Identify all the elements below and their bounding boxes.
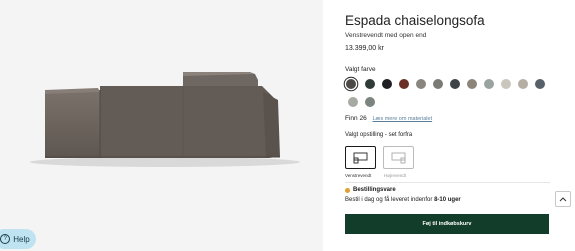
help-label: Help xyxy=(13,234,30,244)
question-circle-icon: ? xyxy=(0,234,11,244)
material-link[interactable]: Læs mere om materialet xyxy=(373,116,433,122)
color-swatch[interactable] xyxy=(399,79,409,89)
chevron-up-icon xyxy=(559,197,567,202)
fabric-info: Finn 26 Læs mere om materialet xyxy=(345,115,432,122)
product-image[interactable] xyxy=(0,0,323,251)
fabric-name: Finn 26 xyxy=(345,115,367,122)
setup-option-left[interactable] xyxy=(345,146,376,169)
add-to-cart-button[interactable]: Føj til indkøbskurv xyxy=(345,214,549,234)
product-info: Espada chaiselongsofa Venstrevendt med o… xyxy=(345,0,560,251)
status-dot-icon xyxy=(345,187,350,193)
divider xyxy=(345,182,550,183)
color-swatch[interactable] xyxy=(467,79,477,89)
stock-status-label: Bestillingsvare xyxy=(353,187,396,193)
color-swatch[interactable] xyxy=(535,79,545,89)
delivery-prefix: Bestil i dag og få leveret indenfor xyxy=(345,197,435,203)
product-variant: Venstrevendt med open end xyxy=(345,32,427,39)
color-swatch[interactable] xyxy=(433,79,443,89)
setup-option-right[interactable] xyxy=(383,146,414,169)
color-swatch[interactable] xyxy=(365,97,375,107)
color-swatch[interactable] xyxy=(450,79,460,89)
color-swatch[interactable] xyxy=(484,79,494,89)
color-swatch[interactable] xyxy=(382,79,392,89)
setup-caption-left: Venstrevendt xyxy=(345,173,372,178)
setup-label: Valgt opstilling - set forfra xyxy=(345,132,413,138)
color-swatch[interactable] xyxy=(501,79,511,89)
right-facing-icon xyxy=(391,152,406,164)
color-swatch[interactable] xyxy=(365,79,375,89)
color-swatch[interactable] xyxy=(346,79,356,89)
left-facing-icon xyxy=(353,152,368,164)
product-title: Espada chaiselongsofa xyxy=(345,13,485,28)
delivery-weeks: 8-10 uger xyxy=(434,197,461,203)
product-price: 13.399,00 kr xyxy=(345,45,384,52)
help-button[interactable]: ? Help xyxy=(0,229,36,249)
setup-caption-right: Højrevendt xyxy=(384,173,407,178)
color-swatch[interactable] xyxy=(416,79,426,89)
color-label: Valgt farve xyxy=(345,66,376,73)
scroll-to-top-button[interactable] xyxy=(555,191,571,207)
delivery-info: Bestil i dag og få leveret indenfor 8-10… xyxy=(345,197,461,203)
color-swatch[interactable] xyxy=(518,79,528,89)
sofa-image xyxy=(30,72,300,167)
color-swatch[interactable] xyxy=(348,97,358,107)
stock-status: Bestillingsvare xyxy=(345,187,396,193)
